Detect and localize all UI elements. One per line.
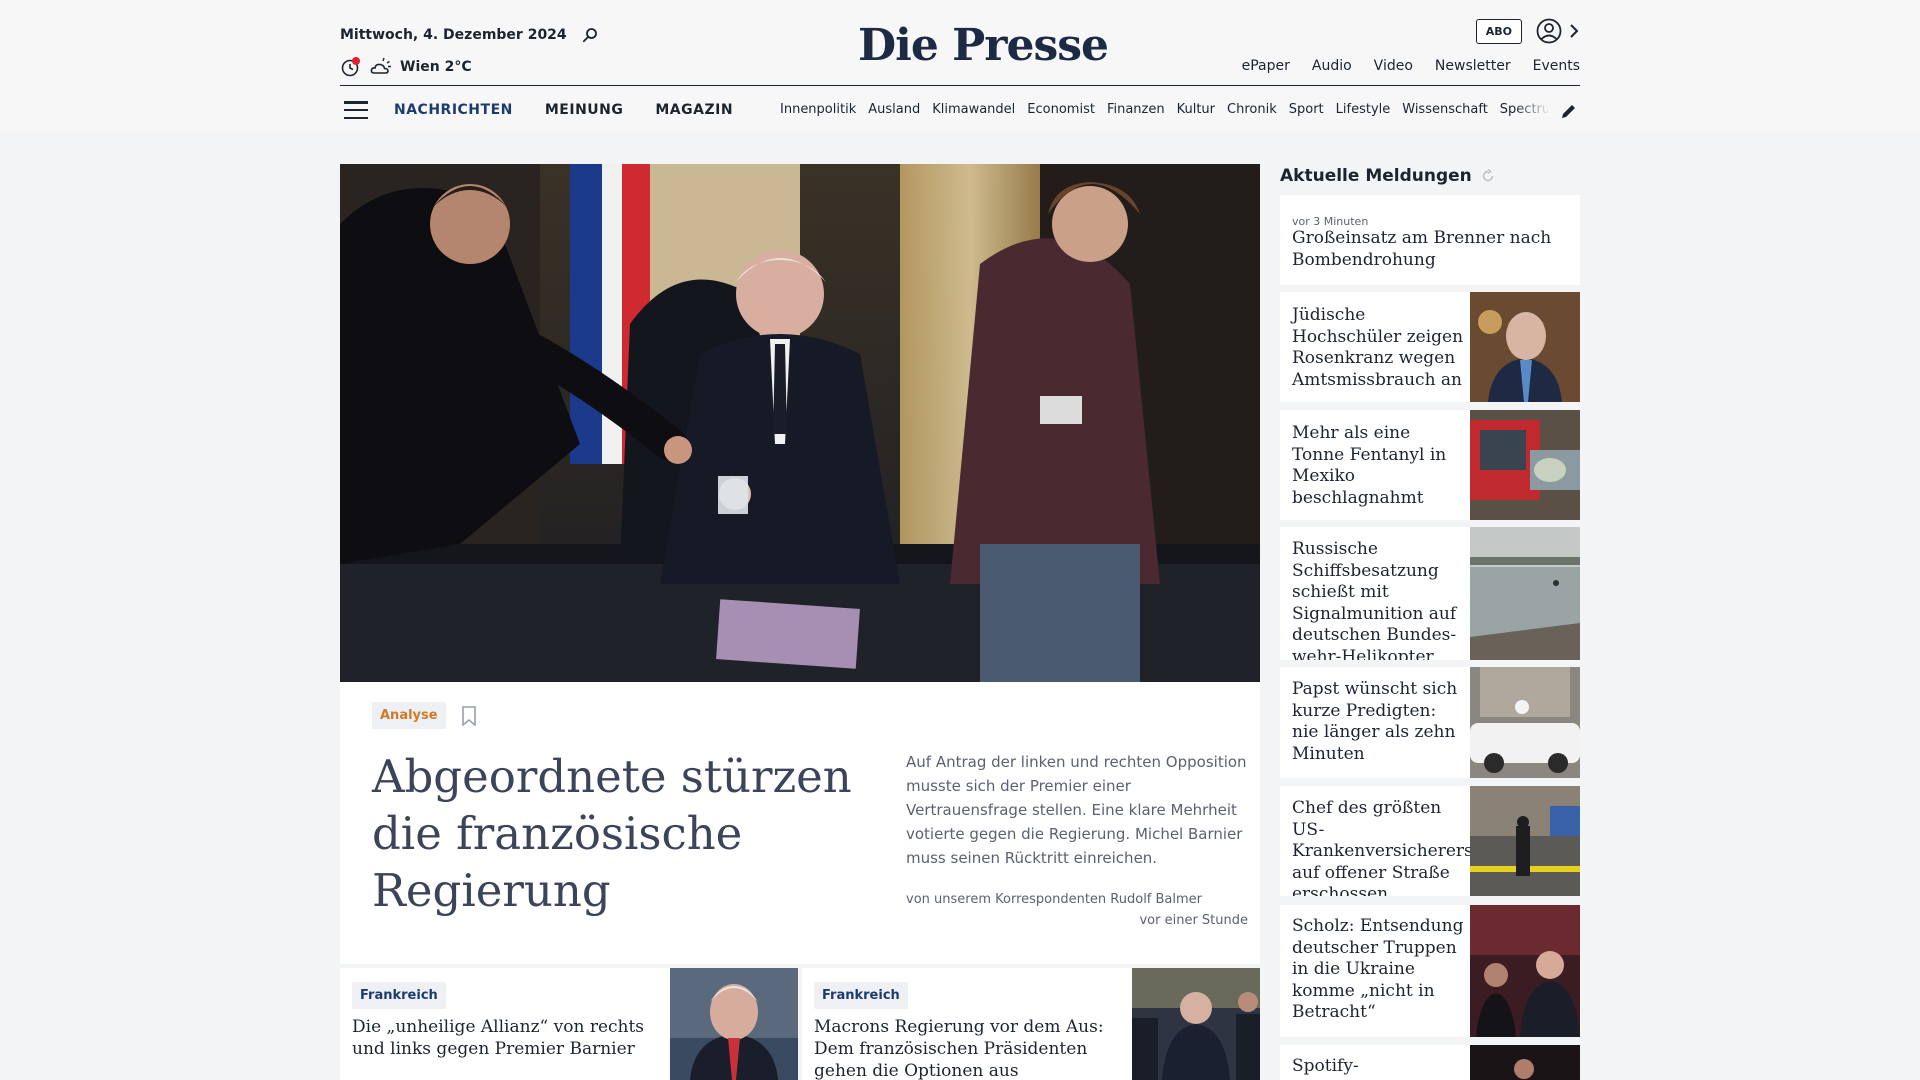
nav-magazin[interactable]: MAGAZIN [655, 102, 733, 118]
nav-klimawandel[interactable]: Klimawandel [932, 102, 1015, 117]
news-list-item[interactable]: Scholz: Entsendung deutscher Truppen in … [1280, 905, 1580, 1037]
nav-subsections: Innenpolitik Ausland Klimawandel Economi… [780, 102, 1548, 117]
news-item-image[interactable] [1470, 667, 1580, 778]
news-item-image[interactable] [1470, 527, 1580, 660]
article-card-image[interactable] [670, 968, 798, 1080]
article-card-title[interactable]: Die „unheilige Allianz“ von rechts und l… [352, 1016, 662, 1060]
site-logo[interactable]: Die Presse [858, 20, 1109, 71]
nav-meinung[interactable]: MEINUNG [545, 102, 624, 118]
nav-sport[interactable]: Sport [1289, 102, 1324, 117]
news-item-title[interactable]: Großeinsatz am Brenner nach Bombendrohun… [1292, 228, 1552, 271]
news-item-image[interactable] [1470, 1045, 1580, 1080]
abo-button[interactable]: ABO [1475, 18, 1522, 44]
link-video[interactable]: Video [1374, 58, 1413, 74]
refresh-icon[interactable] [1480, 168, 1496, 184]
category-tag[interactable]: Analyse [372, 702, 446, 729]
news-item-image[interactable] [1470, 905, 1580, 1037]
nav-chronik[interactable]: Chronik [1227, 102, 1277, 117]
lead-timestamp: vor einer Stunde [1139, 913, 1248, 928]
nav-lifestyle[interactable]: Lifestyle [1336, 102, 1391, 117]
news-item-image[interactable] [1470, 786, 1580, 896]
news-item-image[interactable] [1470, 410, 1580, 520]
header-divider [340, 85, 1580, 86]
nav-innenpolitik[interactable]: Innenpolitik [780, 102, 856, 117]
news-list-item[interactable]: Russische Schiffsbe­satzung schießt mit … [1280, 527, 1580, 660]
news-list-item[interactable]: Chef des größten US-Krankenversicherers … [1280, 786, 1580, 896]
nav-fade [1515, 94, 1551, 126]
lead-kicker: Analyse [372, 702, 480, 729]
lead-article[interactable]: Analyse Abgeordnete stürzen die französi… [340, 164, 1260, 964]
link-audio[interactable]: Audio [1312, 58, 1352, 74]
lead-teaser: Auf Antrag der linken und rechten Opposi… [906, 753, 1247, 867]
user-icon[interactable] [1536, 18, 1562, 44]
weather-widget[interactable]: Wien 2°C [340, 56, 472, 78]
search-icon[interactable] [579, 24, 601, 46]
link-newsletter[interactable]: Newsletter [1435, 58, 1511, 74]
history-icon[interactable] [340, 56, 362, 78]
weather-cloud-sun-icon [370, 56, 392, 78]
current-date: Mittwoch, 4. Dezember 2024 [340, 27, 567, 43]
news-list-item[interactable]: Spotify-Jahrescharts: [1280, 1045, 1580, 1080]
news-item-title[interactable]: Papst wünscht sich kurze Predigten: nie … [1292, 679, 1464, 765]
pencil-icon[interactable] [1558, 100, 1580, 122]
service-links: ePaper Audio Video Newsletter Events [1242, 58, 1580, 74]
menu-icon[interactable] [344, 101, 368, 119]
nav-finanzen[interactable]: Finanzen [1107, 102, 1165, 117]
news-item-title[interactable]: Spotify-Jahrescharts: [1292, 1056, 1464, 1080]
news-item-title[interactable]: Chef des größten US-Krankenversicherers … [1292, 798, 1473, 896]
lead-article-image[interactable] [340, 164, 1260, 682]
chevron-right-icon[interactable] [1568, 20, 1580, 42]
news-list-item[interactable]: Jüdische Hochschüler zeigen Rosenkranz w… [1280, 292, 1580, 402]
category-tag[interactable]: Frankreich [814, 982, 908, 1009]
link-epaper[interactable]: ePaper [1242, 58, 1290, 74]
main-navigation: NACHRICHTEN MEINUNG MAGAZIN Innenpolitik… [340, 94, 1580, 126]
news-item-time: vor 3 Minuten [1292, 215, 1369, 228]
link-events[interactable]: Events [1533, 58, 1580, 74]
nav-economist[interactable]: Economist [1027, 102, 1095, 117]
latest-news-title: Aktuelle Meldungen [1280, 166, 1496, 186]
nav-wissenschaft[interactable]: Wissenschaft [1402, 102, 1488, 117]
account-area: ABO [1475, 18, 1580, 44]
news-item-title[interactable]: Russische Schiffsbe­satzung schießt mit … [1292, 539, 1464, 660]
article-card-title[interactable]: Macrons Regierung vor dem Aus: Dem franz… [814, 1016, 1124, 1080]
bookmark-icon[interactable] [458, 705, 480, 727]
article-card-image[interactable] [1132, 968, 1260, 1080]
news-item-title[interactable]: Jüdische Hochschüler zeigen Rosenkranz w… [1292, 305, 1464, 391]
latest-news-heading: Aktuelle Meldungen [1280, 166, 1472, 186]
nav-nachrichten[interactable]: NACHRICHTEN [394, 102, 513, 118]
news-item-title[interactable]: Scholz: Entsendung deutscher Truppen in … [1292, 916, 1464, 1024]
nav-kultur[interactable]: Kultur [1177, 102, 1215, 117]
news-list-item[interactable]: Mehr als eine Tonne Fentanyl in Mexiko b… [1280, 410, 1580, 520]
article-card[interactable]: Frankreich Macrons Regierung vor dem Aus… [802, 968, 1260, 1080]
news-item-image[interactable] [1470, 292, 1580, 402]
nav-ausland[interactable]: Ausland [868, 102, 920, 117]
weather-text: Wien 2°C [400, 59, 472, 75]
news-list-item[interactable]: vor 3 Minuten Großeinsatz am Brenner nac… [1280, 195, 1580, 285]
news-list-item[interactable]: Papst wünscht sich kurze Predigten: nie … [1280, 667, 1580, 778]
category-tag[interactable]: Frankreich [352, 982, 446, 1009]
article-card[interactable]: Frankreich Die „unheilige Allianz“ von r… [340, 968, 798, 1080]
date-line: Mittwoch, 4. Dezember 2024 [340, 24, 601, 46]
nav-main-sections: NACHRICHTEN MEINUNG MAGAZIN [394, 102, 733, 118]
lead-byline: von unserem Korrespondenten Rudolf Balme… [906, 892, 1203, 907]
site-header: Mittwoch, 4. Dezember 2024 Wien 2°C Die … [0, 0, 1920, 132]
news-item-title[interactable]: Mehr als eine Tonne Fentanyl in Mexiko b… [1292, 423, 1464, 509]
lead-headline[interactable]: Abgeordnete stürzen die französische Reg… [372, 748, 892, 919]
